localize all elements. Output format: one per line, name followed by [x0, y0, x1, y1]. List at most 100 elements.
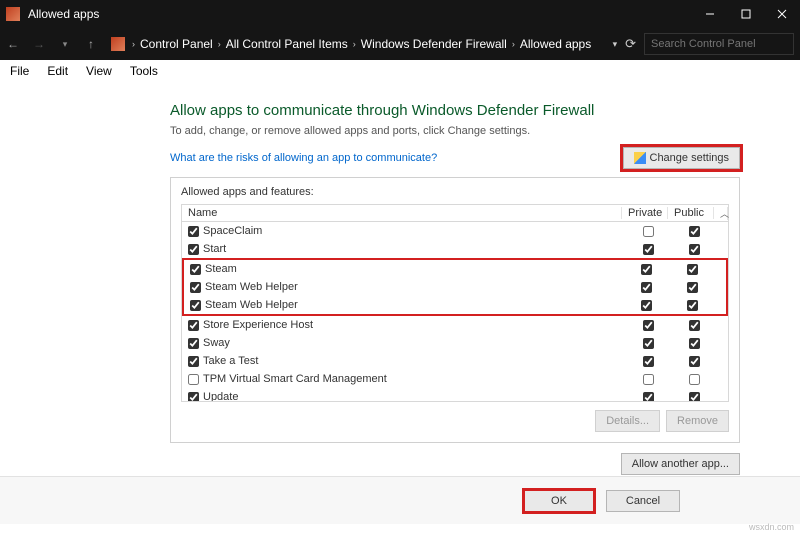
public-checkbox[interactable] — [689, 338, 700, 349]
cancel-button[interactable]: Cancel — [606, 490, 680, 512]
navbar: ← → ▾ ↑ › Control Panel › All Control Pa… — [0, 28, 800, 60]
table-row[interactable]: Start — [182, 240, 728, 258]
back-button[interactable]: ← — [0, 28, 26, 60]
table-row[interactable]: Sway — [182, 334, 728, 352]
crumb-all-items[interactable]: All Control Panel Items — [223, 37, 351, 51]
list-header: Name Private Public ︿ — [181, 204, 729, 222]
menu-edit[interactable]: Edit — [43, 62, 72, 80]
crumb-firewall[interactable]: Windows Defender Firewall — [358, 37, 510, 51]
app-list[interactable]: SpaceClaim Start Steam Steam Web Helper Stea… — [181, 222, 729, 402]
up-button[interactable]: ↑ — [78, 28, 104, 60]
content-area: Allow apps to communicate through Window… — [0, 82, 800, 481]
breadcrumb[interactable]: › Control Panel › All Control Panel Item… — [104, 33, 613, 55]
app-enabled-checkbox[interactable] — [188, 320, 199, 331]
app-name-label: Store Experience Host — [203, 319, 313, 331]
app-icon — [6, 7, 20, 21]
public-checkbox[interactable] — [687, 300, 698, 311]
table-row[interactable]: Steam Web Helper — [184, 296, 726, 314]
details-button[interactable]: Details... — [595, 410, 660, 432]
chevron-right-icon: › — [512, 39, 515, 49]
app-name-label: Sway — [203, 337, 230, 349]
caret-up-icon[interactable]: ︿ — [714, 207, 728, 220]
app-enabled-checkbox[interactable] — [188, 244, 199, 255]
app-enabled-checkbox[interactable] — [188, 356, 199, 367]
ok-button[interactable]: OK — [522, 488, 596, 514]
dialog-footer: OK Cancel — [0, 476, 800, 524]
app-name-label: Start — [203, 243, 226, 255]
change-settings-button[interactable]: Change settings — [623, 147, 741, 169]
private-checkbox[interactable] — [643, 244, 654, 255]
app-name-label: Steam Web Helper — [205, 281, 298, 293]
search-box[interactable] — [644, 33, 794, 55]
recent-button[interactable]: ▾ — [52, 28, 78, 60]
private-checkbox[interactable] — [641, 264, 652, 275]
table-row[interactable]: Take a Test — [182, 352, 728, 370]
private-checkbox[interactable] — [643, 374, 654, 385]
app-enabled-checkbox[interactable] — [190, 264, 201, 275]
table-row[interactable]: TPM Virtual Smart Card Management — [182, 370, 728, 388]
crumb-control-panel[interactable]: Control Panel — [137, 37, 216, 51]
app-name-label: TPM Virtual Smart Card Management — [203, 373, 387, 385]
public-checkbox[interactable] — [689, 356, 700, 367]
app-name-label: SpaceClaim — [203, 225, 262, 237]
app-enabled-checkbox[interactable] — [188, 338, 199, 349]
remove-button[interactable]: Remove — [666, 410, 729, 432]
private-checkbox[interactable] — [641, 282, 652, 293]
table-row[interactable]: Steam Web Helper — [184, 278, 726, 296]
menu-tools[interactable]: Tools — [126, 62, 162, 80]
search-input[interactable] — [651, 38, 787, 50]
page-subtext: To add, change, or remove allowed apps a… — [170, 125, 740, 137]
watermark: wsxdn.com — [749, 522, 794, 532]
change-settings-label: Change settings — [650, 152, 730, 164]
app-enabled-checkbox[interactable] — [188, 226, 199, 237]
app-name-label: Update — [203, 391, 238, 402]
public-checkbox[interactable] — [689, 392, 700, 403]
menu-view[interactable]: View — [82, 62, 116, 80]
app-name-label: Steam Web Helper — [205, 299, 298, 311]
menu-bar: File Edit View Tools — [0, 60, 800, 82]
menu-file[interactable]: File — [6, 62, 33, 80]
public-checkbox[interactable] — [689, 226, 700, 237]
app-enabled-checkbox[interactable] — [190, 300, 201, 311]
private-checkbox[interactable] — [643, 320, 654, 331]
chevron-right-icon: › — [132, 39, 135, 49]
maximize-button[interactable] — [740, 8, 752, 20]
table-row[interactable]: SpaceClaim — [182, 222, 728, 240]
app-enabled-checkbox[interactable] — [188, 392, 199, 403]
public-checkbox[interactable] — [689, 244, 700, 255]
chevron-right-icon: › — [218, 39, 221, 49]
dropdown-caret-icon[interactable]: ▾ — [613, 39, 618, 50]
col-private[interactable]: Private — [622, 207, 668, 219]
minimize-button[interactable] — [704, 8, 716, 20]
private-checkbox[interactable] — [643, 338, 654, 349]
col-name[interactable]: Name — [182, 207, 622, 219]
public-checkbox[interactable] — [689, 374, 700, 385]
app-enabled-checkbox[interactable] — [190, 282, 201, 293]
table-row[interactable]: Store Experience Host — [182, 316, 728, 334]
app-name-label: Take a Test — [203, 355, 258, 367]
public-checkbox[interactable] — [687, 282, 698, 293]
close-button[interactable] — [776, 8, 788, 20]
table-row[interactable]: Steam — [184, 260, 726, 278]
public-checkbox[interactable] — [689, 320, 700, 331]
app-name-label: Steam — [205, 263, 237, 275]
page-heading: Allow apps to communicate through Window… — [170, 102, 740, 119]
crumb-allowed-apps[interactable]: Allowed apps — [517, 37, 594, 51]
allowed-apps-group: Allowed apps and features: Name Private … — [170, 177, 740, 443]
chevron-right-icon: › — [353, 39, 356, 49]
public-checkbox[interactable] — [687, 264, 698, 275]
col-public[interactable]: Public — [668, 207, 714, 219]
private-checkbox[interactable] — [643, 392, 654, 403]
risks-link[interactable]: What are the risks of allowing an app to… — [170, 152, 437, 164]
app-enabled-checkbox[interactable] — [188, 374, 199, 385]
private-checkbox[interactable] — [641, 300, 652, 311]
refresh-button[interactable]: ⟳ — [625, 36, 636, 52]
titlebar: Allowed apps — [0, 0, 800, 28]
forward-button[interactable]: → — [26, 28, 52, 60]
table-row[interactable]: Update — [182, 388, 728, 402]
cp-icon — [111, 37, 125, 51]
private-checkbox[interactable] — [643, 226, 654, 237]
allow-another-app-button[interactable]: Allow another app... — [621, 453, 740, 475]
group-title: Allowed apps and features: — [181, 186, 729, 198]
private-checkbox[interactable] — [643, 356, 654, 367]
